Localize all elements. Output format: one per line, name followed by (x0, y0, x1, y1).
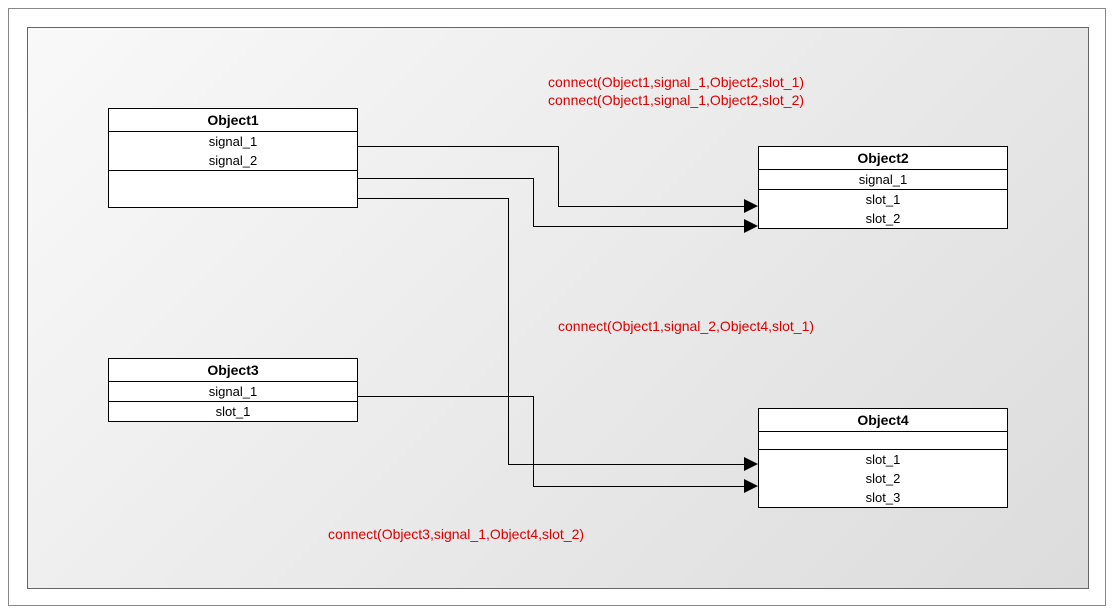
connector-o1-o2-slot2-arrow (744, 219, 758, 233)
connector-o3-o4-v (533, 396, 534, 486)
connector-o1-o4-h2 (508, 464, 746, 465)
connection-label-3: connect(Object1,signal_2,Object4,slot_1) (558, 318, 814, 334)
connector-o3-o4-h2 (533, 486, 746, 487)
connector-o1-o4-arrow (744, 457, 758, 471)
connector-o1-o2-slot2-v (533, 178, 534, 226)
connection-label-2: connect(Object1,signal_1,Object2,slot_2) (548, 92, 804, 108)
object3-box: Object3 signal_1 slot_1 (108, 358, 358, 422)
object2-signal-1: signal_1 (759, 170, 1007, 190)
object3-slot-1: slot_1 (109, 402, 357, 421)
object2-title: Object2 (759, 147, 1007, 170)
object4-slot-2: slot_2 (759, 469, 1007, 488)
connector-o1-o2-slot1-h2 (558, 206, 746, 207)
object4-slot-1: slot_1 (759, 450, 1007, 469)
object3-title: Object3 (109, 359, 357, 382)
connector-o1-o4-v (508, 198, 509, 464)
object4-box: Object4 slot_1 slot_2 slot_3 (758, 408, 1008, 508)
object2-slot-1: slot_1 (759, 190, 1007, 209)
object1-slots-empty (109, 171, 357, 207)
connector-o1-o4-h1 (358, 198, 508, 199)
connection-label-1: connect(Object1,signal_1,Object2,slot_1) (548, 74, 804, 90)
connector-o1-o2-slot1-h1 (358, 146, 558, 147)
object1-signal-2: signal_2 (109, 151, 357, 171)
object2-box: Object2 signal_1 slot_1 slot_2 (758, 146, 1008, 229)
connection-label-4: connect(Object3,signal_1,Object4,slot_2) (328, 526, 584, 542)
connector-o1-o2-slot2-h2 (533, 226, 746, 227)
connector-o3-o4-h1 (358, 396, 533, 397)
object4-title: Object4 (759, 409, 1007, 432)
object3-signal-1: signal_1 (109, 382, 357, 402)
connector-o1-o2-slot1-arrow (744, 199, 758, 213)
object1-signal-1: signal_1 (109, 132, 357, 151)
connector-o1-o2-slot2-h1 (358, 178, 533, 179)
diagram-outer-frame: Object1 signal_1 signal_2 Object2 signal… (8, 8, 1106, 606)
object4-slot-3: slot_3 (759, 488, 1007, 507)
object1-box: Object1 signal_1 signal_2 (108, 108, 358, 208)
object2-slot-2: slot_2 (759, 209, 1007, 228)
connector-o3-o4-arrow (744, 479, 758, 493)
diagram-canvas: Object1 signal_1 signal_2 Object2 signal… (27, 27, 1089, 589)
connector-o1-o2-slot1-v (558, 146, 559, 206)
object1-title: Object1 (109, 109, 357, 132)
object4-signals-empty (759, 432, 1007, 450)
